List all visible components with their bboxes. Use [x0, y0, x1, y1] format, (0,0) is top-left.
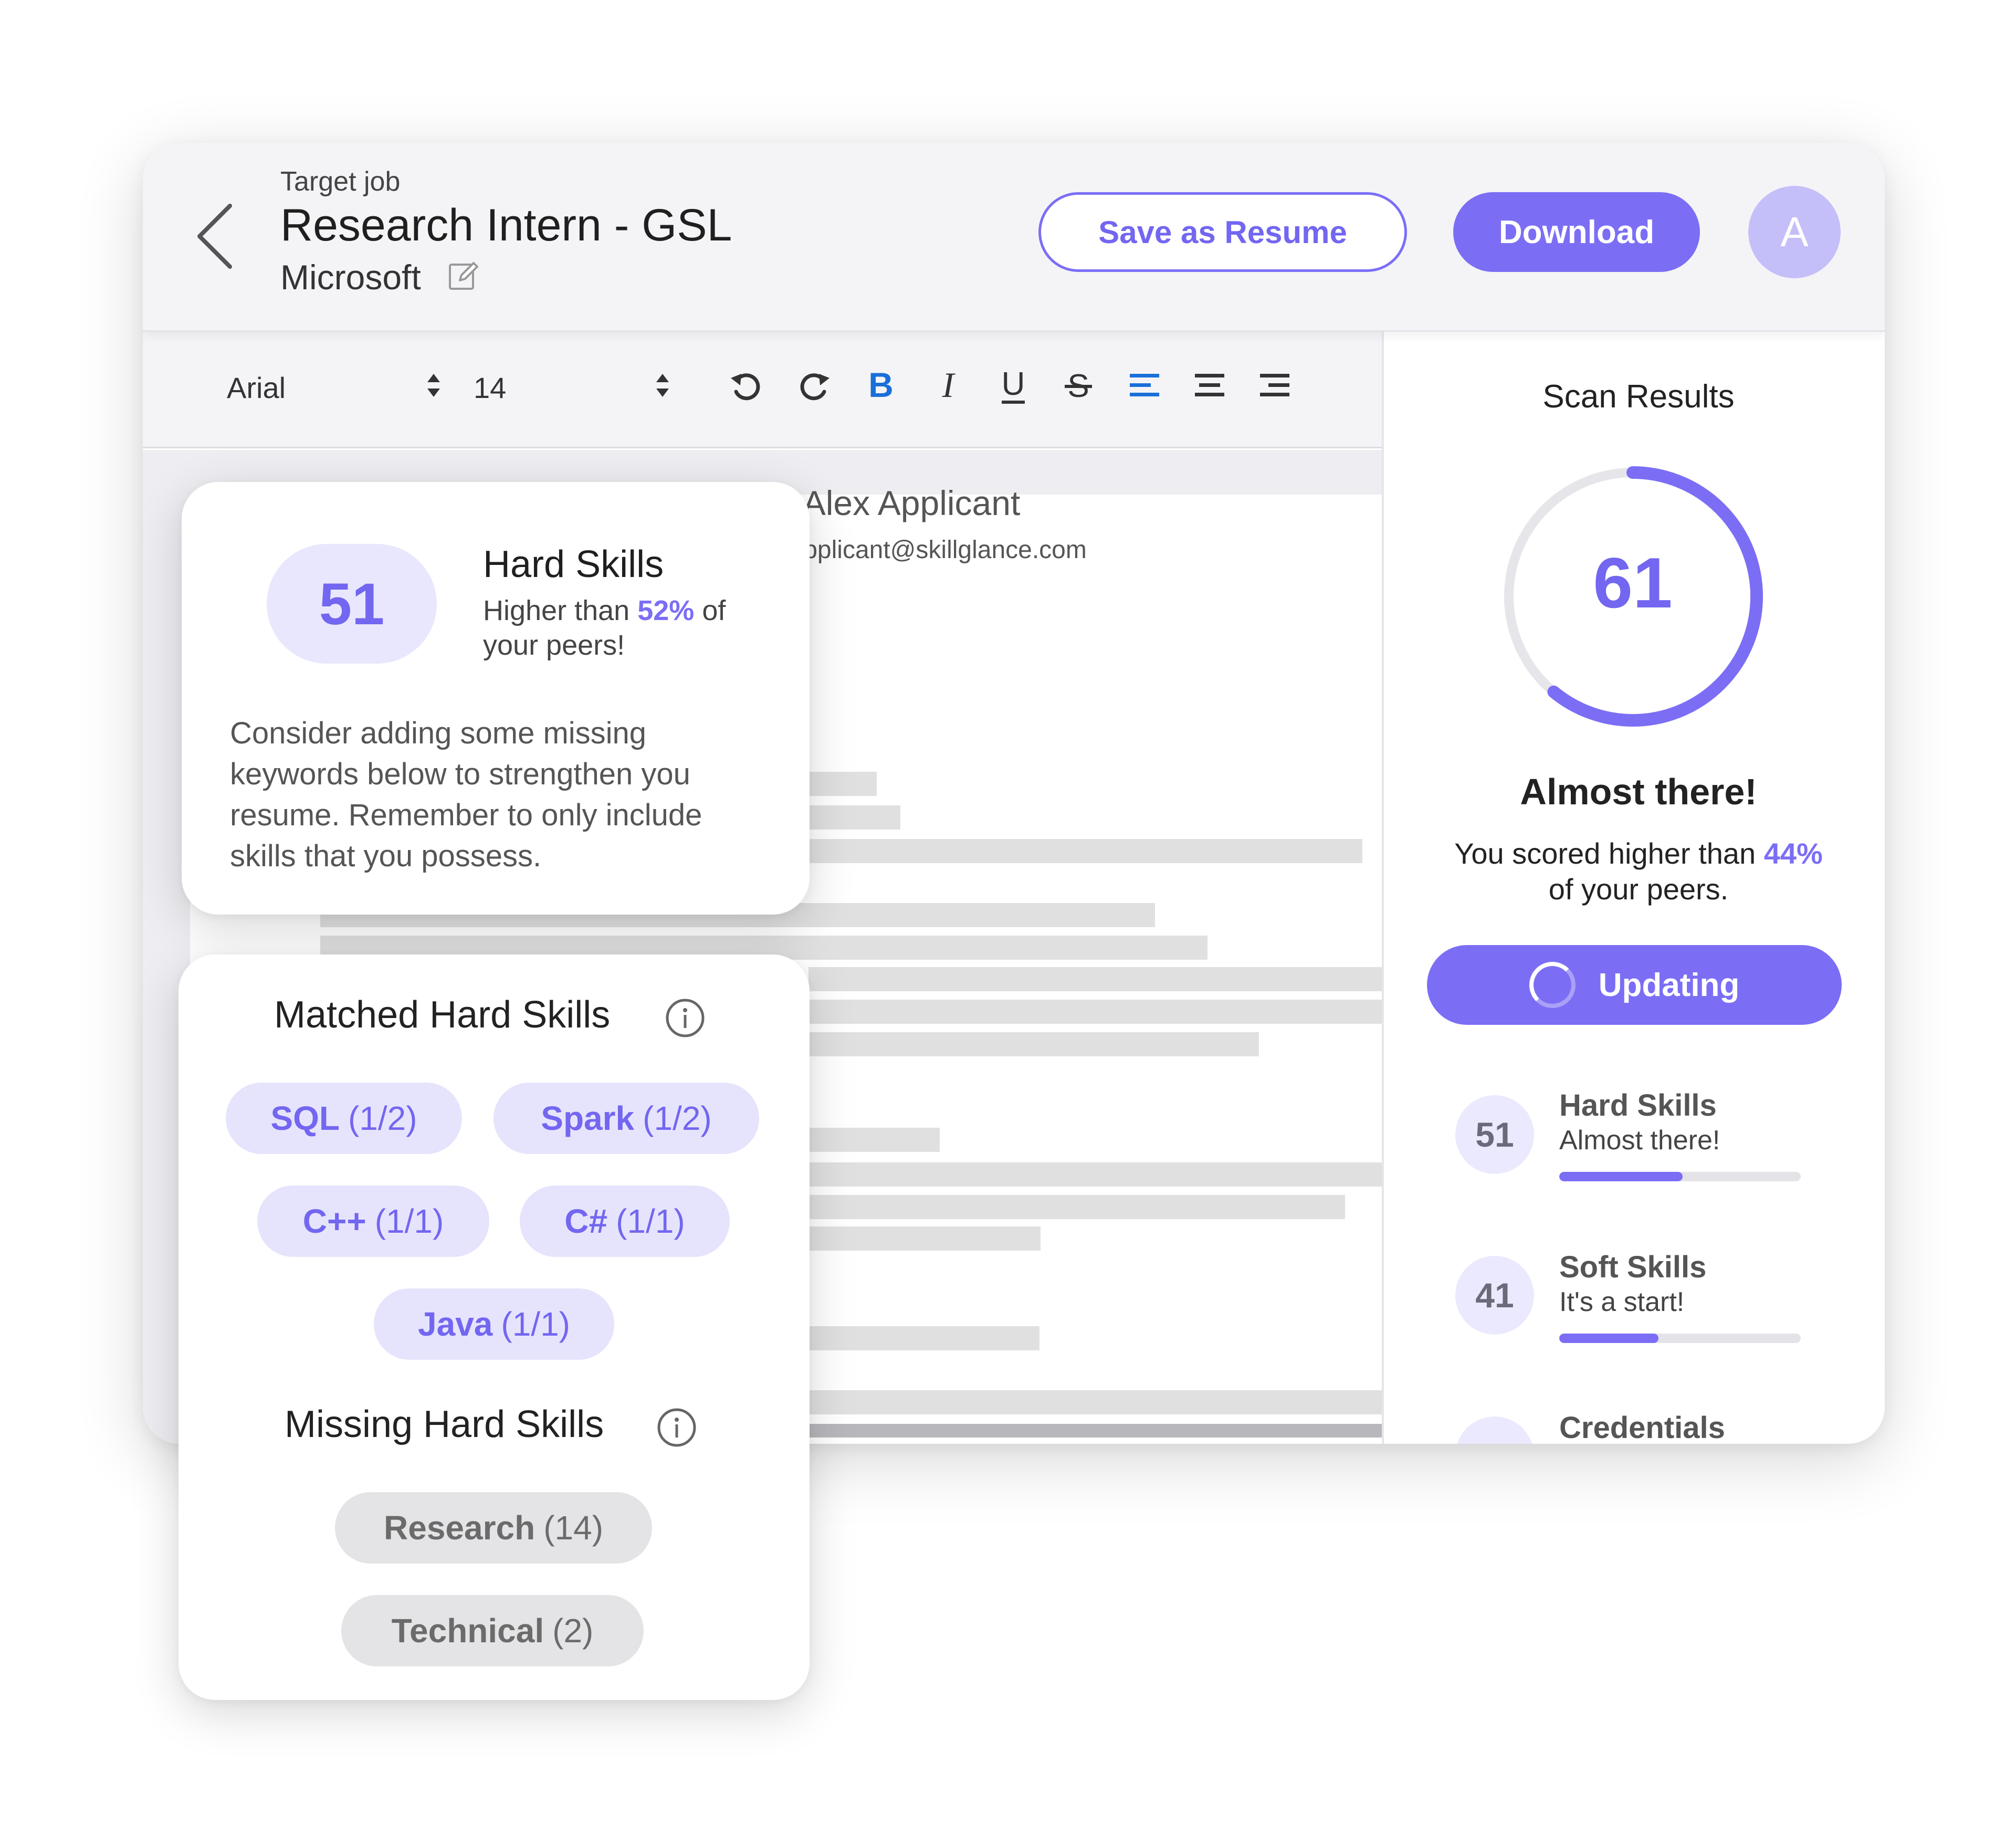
avatar[interactable]: A: [1748, 186, 1841, 278]
soft-skills-score-badge: 41: [1455, 1256, 1534, 1335]
target-job-label: Target job: [280, 166, 401, 197]
placeholder-line: [808, 1032, 1259, 1056]
svg-text:B: B: [868, 365, 894, 404]
matched-skill-chip[interactable]: C# (1/1): [520, 1185, 730, 1257]
placeholder-line: [808, 967, 1382, 991]
placeholder-line: [808, 805, 900, 830]
peers-comparison: You scored higher than 44% of your peers…: [1454, 837, 1823, 906]
hard-skills-score-pill: 51: [267, 544, 437, 664]
align-center-icon[interactable]: [1189, 364, 1231, 406]
credentials-score-badge: [1455, 1417, 1534, 1444]
download-button[interactable]: Download: [1453, 192, 1700, 272]
metric-name: Soft Skills: [1559, 1250, 1707, 1284]
font-size-select[interactable]: 14: [474, 371, 506, 405]
placeholder-line: [808, 772, 877, 796]
scrollbar-track[interactable]: [808, 1424, 1382, 1438]
placeholder-line: [808, 1000, 1382, 1024]
missing-skill-chip[interactable]: Technical (2): [341, 1595, 644, 1666]
matched-skill-chip[interactable]: Spark (1/2): [494, 1083, 759, 1154]
placeholder-line: [808, 839, 1362, 863]
metric-status: Almost there!: [1559, 1125, 1720, 1156]
metric-name: Hard Skills: [1559, 1088, 1717, 1122]
placeholder-line: [808, 1226, 1041, 1251]
align-left-icon[interactable]: [1124, 364, 1166, 406]
placeholder-line: [808, 1195, 1345, 1219]
svg-text:I: I: [942, 365, 956, 405]
missing-skills-title: Missing Hard Skills: [285, 1403, 604, 1445]
font-family-select[interactable]: Arial: [227, 371, 286, 405]
save-as-resume-button[interactable]: Save as Resume: [1038, 192, 1407, 272]
progress-fill: [1559, 1172, 1683, 1181]
hard-skills-score-badge: 51: [1455, 1095, 1534, 1174]
placeholder-line: [808, 1326, 1040, 1350]
hard-skills-card: 51 Hard Skills Higher than 52% of your p…: [182, 482, 810, 915]
score-status: Almost there!: [1520, 771, 1757, 812]
metric-status: It's a start!: [1559, 1287, 1685, 1317]
metric-name: Credentials: [1559, 1411, 1725, 1444]
redo-icon[interactable]: [794, 364, 836, 406]
matched-skill-chip[interactable]: C++ (1/1): [257, 1185, 489, 1257]
placeholder-line: [808, 1128, 940, 1152]
soft-skills-progress-bar: [1559, 1334, 1801, 1343]
spinner-icon: [1529, 962, 1576, 1008]
undo-icon[interactable]: [724, 364, 766, 406]
pencil-icon[interactable]: [447, 259, 480, 292]
panel-divider: [1382, 332, 1384, 1444]
formatting-toolbar: Arial 14 B I U S: [143, 332, 1382, 448]
strikethrough-icon[interactable]: S: [1057, 364, 1099, 406]
bold-icon[interactable]: B: [860, 364, 902, 406]
header-bar: Target job Research Intern - GSL Microso…: [143, 143, 1885, 332]
job-title: Research Intern - GSL: [280, 200, 732, 250]
placeholder-line: [808, 1390, 1382, 1414]
scan-results-title: Scan Results: [1542, 379, 1735, 415]
italic-icon[interactable]: I: [927, 364, 969, 406]
hard-skills-advice: Consider adding some missing keywords be…: [230, 716, 702, 873]
matched-skills-title: Matched Hard Skills: [274, 994, 611, 1036]
progress-fill: [1559, 1334, 1658, 1343]
underline-icon[interactable]: U: [992, 364, 1034, 406]
select-arrows-icon[interactable]: [413, 364, 455, 406]
info-icon[interactable]: [656, 1407, 697, 1448]
matched-skill-chip[interactable]: Java (1/1): [374, 1288, 614, 1360]
info-icon[interactable]: [665, 998, 706, 1038]
hard-skills-title: Hard Skills: [483, 543, 664, 585]
hard-skills-progress-bar: [1559, 1172, 1801, 1181]
company-name: Microsoft: [280, 258, 421, 297]
svg-text:U: U: [1002, 366, 1025, 402]
chevron-left-icon[interactable]: [191, 200, 238, 273]
missing-skill-chip[interactable]: Research (14): [335, 1492, 652, 1564]
update-score-button[interactable]: Updating: [1427, 945, 1842, 1025]
overall-score: 61: [1593, 543, 1673, 623]
placeholder-line: [808, 1162, 1382, 1187]
align-right-icon[interactable]: [1254, 364, 1296, 406]
matched-skill-chip[interactable]: SQL (1/2): [226, 1083, 462, 1154]
skills-list-card: Matched Hard Skills SQL (1/2) Spark (1/2) …: [178, 954, 810, 1700]
select-arrows-icon[interactable]: [642, 364, 684, 406]
hard-skills-peers: Higher than 52% of your peers!: [483, 595, 726, 661]
